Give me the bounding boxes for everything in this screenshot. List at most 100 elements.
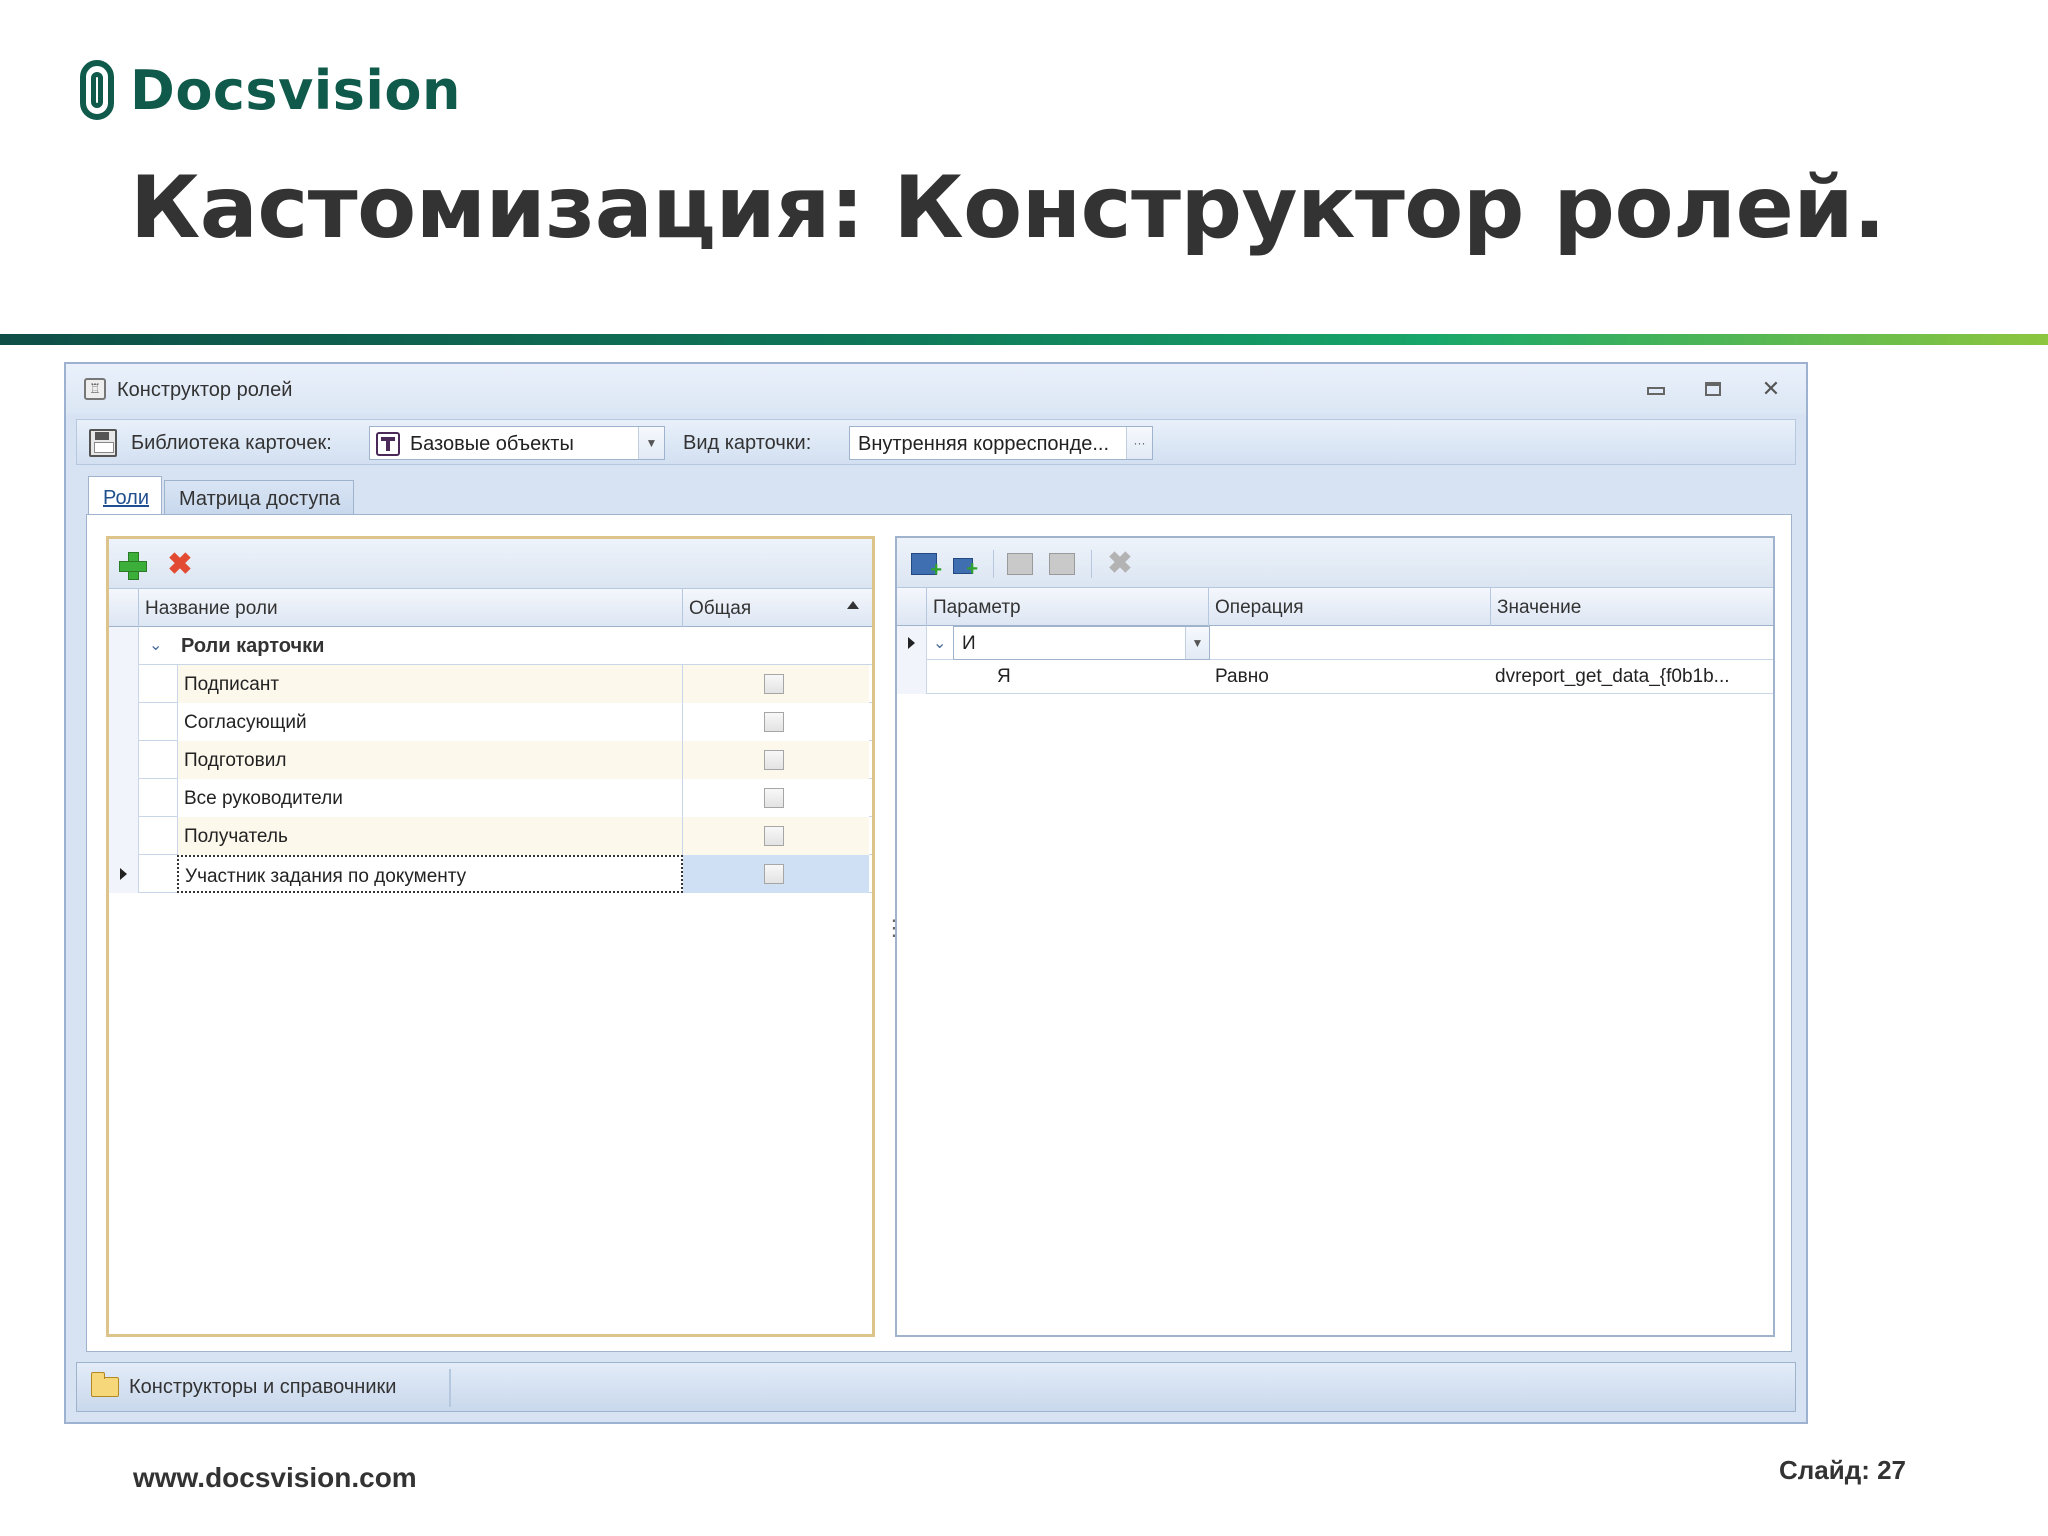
row-indicator [109,741,139,779]
common-cell [683,817,869,855]
role-name-cell[interactable]: Участник задания по документу [177,855,683,893]
main-toolbar: Библиотека карточек: Базовые объекты ▼ В… [76,419,1796,465]
roles-toolbar: ✖ [109,539,872,589]
toolbar-separator [993,550,994,578]
roles-tab-panel: ✖ Название роли Общая ⌄ Роли карточки По… [86,514,1792,1352]
library-combo[interactable]: Базовые объекты ▼ [369,426,665,460]
value-cell[interactable]: dvreport_get_data_{f0b1b... [1495,666,1730,688]
group-label: Роли карточки [181,635,325,657]
roles-grid-header: Название роли Общая [109,589,872,627]
common-checkbox[interactable] [764,674,784,694]
slide-number: Слайд: 27 [1778,1455,1906,1485]
table-row[interactable]: Я Равно dvreport_get_data_{f0b1b... [897,660,1773,694]
group-row-card-roles[interactable]: ⌄ Роли карточки [109,627,872,665]
status-designers-link[interactable]: Конструкторы и справочники [129,1376,396,1399]
window-titlebar: ♖ Конструктор ролей ✕ [66,364,1806,414]
role-name-cell[interactable]: Согласующий [177,703,683,741]
common-checkbox[interactable] [764,750,784,770]
tab-roles[interactable]: Роли [88,476,162,516]
current-row-arrow-icon [897,626,927,660]
chevron-down-icon[interactable]: ▼ [638,427,664,459]
role-name-cell[interactable]: Подписант [177,665,683,703]
header-indicator [897,588,927,626]
table-row[interactable]: Согласующий [109,703,872,741]
maximize-button[interactable] [1698,376,1728,402]
operation-cell[interactable]: Равно [1215,666,1269,688]
footer-url: www.docsvision.com [133,1462,417,1493]
column-value[interactable]: Значение [1491,588,1771,626]
role-designer-window: ♖ Конструктор ролей ✕ Библиотека карточе… [64,362,1808,1424]
toolbar-separator [1091,550,1092,578]
delete-condition-disabled-icon: ✖ [1107,547,1133,580]
common-cell [683,703,869,741]
header-indicator [109,589,139,627]
common-checkbox[interactable] [764,788,784,808]
add-role-icon[interactable] [119,552,147,580]
common-checkbox[interactable] [764,712,784,732]
table-row[interactable]: Получатель [109,817,872,855]
column-role-name[interactable]: Название роли [139,589,683,627]
role-name-cell[interactable]: Все руководители [177,779,683,817]
status-separator [449,1369,451,1407]
ungroup-disabled-icon [1049,553,1075,575]
chevron-down-icon[interactable]: ⌄ [933,633,946,653]
card-type-field[interactable]: Внутренняя корреспонде... ··· [849,426,1153,460]
common-cell [683,741,869,779]
status-bar: Конструкторы и справочники [76,1362,1796,1412]
add-condition-icon[interactable] [953,558,978,581]
group-operator-value: И [962,633,976,654]
close-button[interactable]: ✕ [1756,376,1786,402]
ellipsis-button[interactable]: ··· [1126,427,1152,459]
row-indicator [109,665,139,703]
close-icon: ✕ [1761,376,1781,401]
conditions-toolbar: ✖ [897,538,1773,588]
table-row-selected[interactable]: Участник задания по документу [109,855,872,893]
add-condition-group-icon[interactable] [911,553,942,582]
minimize-button[interactable] [1641,376,1671,402]
docsvision-logo: Docsvision [80,58,461,122]
maximize-icon [1705,382,1721,396]
role-name-cell[interactable]: Получатель [177,817,683,855]
paperclip-icon [80,60,114,120]
common-cell [683,665,869,703]
card-type-value: Внутренняя корреспонде... [858,433,1110,455]
minimize-icon [1647,387,1665,395]
chevron-down-icon[interactable]: ▼ [1185,627,1209,659]
column-common[interactable]: Общая [683,589,869,627]
column-operation[interactable]: Операция [1209,588,1491,626]
column-parameter[interactable]: Параметр [927,588,1209,626]
common-checkbox[interactable] [764,826,784,846]
row-indicator [109,703,139,741]
table-row[interactable]: Подготовил [109,741,872,779]
save-icon[interactable] [89,429,117,457]
panel-splitter[interactable] [883,915,889,945]
role-name-cell[interactable]: Подготовил [177,741,683,779]
row-indicator [897,660,927,694]
group-disabled-icon [1007,553,1033,575]
condition-group-row[interactable]: ⌄ И ▼ [897,626,1773,660]
chevron-down-icon[interactable]: ⌄ [149,635,162,655]
parameter-cell[interactable]: Я [997,666,1011,688]
card-type-label: Вид карточки: [683,432,812,454]
header-gradient-rule [0,334,2048,345]
library-icon [376,432,400,456]
common-cell [683,779,869,817]
current-row-arrow-icon [109,855,139,893]
group-operator-combo[interactable]: И ▼ [953,626,1210,660]
table-row[interactable]: Все руководители [109,779,872,817]
slide-title: Кастомизация: Конструктор ролей. [130,158,1886,258]
folder-icon [91,1372,119,1397]
library-label: Библиотека карточек: [131,432,332,454]
conditions-panel: ✖ Параметр Операция Значение ⌄ И ▼ Я Рав… [895,536,1775,1337]
tab-access-matrix[interactable]: Матрица доступа [164,480,354,516]
delete-role-icon[interactable]: ✖ [165,550,195,580]
library-value: Базовые объекты [410,433,574,455]
table-row[interactable]: Подписант [109,665,872,703]
row-indicator [109,779,139,817]
conditions-grid-header: Параметр Операция Значение [897,588,1773,626]
logo-text: Docsvision [130,58,461,122]
window-title: Конструктор ролей [117,379,293,401]
common-cell [683,855,869,893]
common-checkbox[interactable] [764,864,784,884]
roles-panel: ✖ Название роли Общая ⌄ Роли карточки По… [106,536,875,1337]
